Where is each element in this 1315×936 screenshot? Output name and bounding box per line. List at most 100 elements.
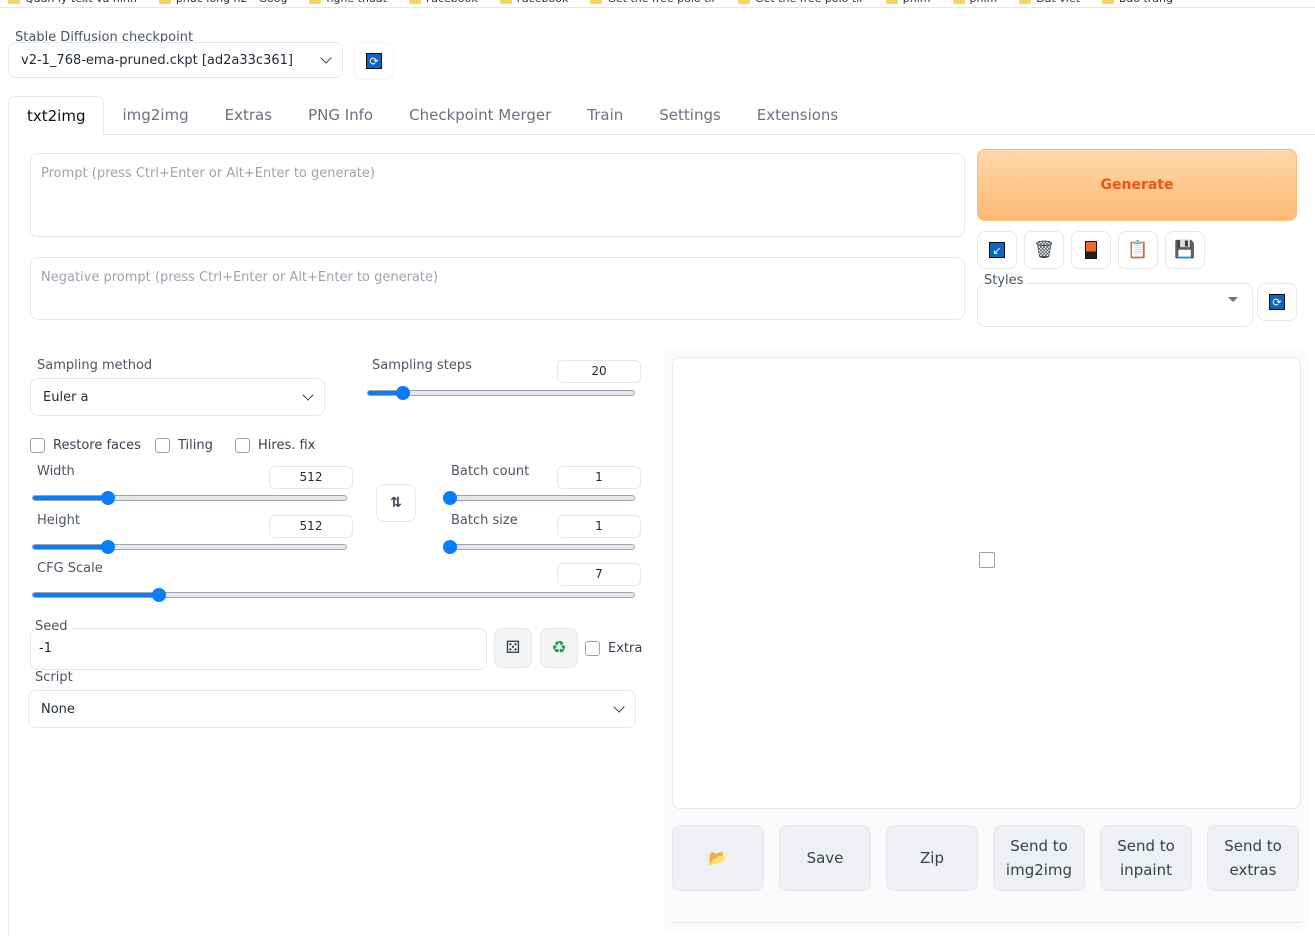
swap-arrows-icon: ⇅ bbox=[390, 495, 402, 511]
slider-handle[interactable] bbox=[101, 540, 116, 554]
refresh-checkpoint-button[interactable]: ⟳ bbox=[354, 42, 394, 80]
batch-size-slider[interactable] bbox=[442, 540, 635, 554]
bookmark-item[interactable]: Quan ly text va hinh bbox=[8, 0, 137, 7]
hires-fix-label: Hires. fix bbox=[258, 438, 316, 453]
tab-txt2img[interactable]: txt2img bbox=[8, 96, 105, 135]
bookmark-icon bbox=[952, 0, 965, 4]
batch-count-input[interactable]: 1 bbox=[557, 466, 641, 489]
send-to-inpaint-button[interactable]: Send to inpaint bbox=[1100, 825, 1192, 891]
clipboard-icon: 📋 bbox=[1127, 240, 1149, 260]
random-seed-button[interactable]: ⚄ bbox=[494, 628, 532, 668]
hires-fix-checkbox[interactable]: Hires. fix bbox=[235, 438, 315, 453]
checkpoint-value: v2-1_768-ema-pruned.ckpt [ad2a33c361] bbox=[21, 52, 293, 68]
extra-seed-checkbox[interactable]: Extra bbox=[585, 641, 642, 656]
tiling-checkbox[interactable]: Tiling bbox=[155, 438, 213, 453]
arrow-icon: ↙ bbox=[989, 242, 1005, 258]
tiling-label: Tiling bbox=[178, 438, 213, 453]
paste-button[interactable]: 📋 bbox=[1118, 231, 1158, 269]
caret-down-icon bbox=[1228, 297, 1238, 307]
batch-size-label: Batch size bbox=[451, 513, 518, 528]
tab-png-info[interactable]: PNG Info bbox=[290, 96, 391, 134]
refresh-styles-button[interactable]: ⟳ bbox=[1257, 283, 1297, 321]
slider-handle[interactable] bbox=[152, 588, 167, 602]
chevron-down-icon bbox=[302, 389, 314, 401]
chevron-down-icon bbox=[613, 701, 625, 713]
bookmark-label: Facebook bbox=[426, 0, 478, 7]
bookmark-icon bbox=[499, 0, 512, 4]
sampling-steps-input[interactable]: 20 bbox=[557, 360, 641, 383]
bookmark-icon bbox=[158, 0, 171, 4]
tab-train[interactable]: Train bbox=[569, 96, 641, 134]
height-slider[interactable] bbox=[32, 540, 347, 554]
send-to-extras-button[interactable]: Send to extras bbox=[1207, 825, 1299, 891]
sampling-method-dropdown[interactable]: Euler a bbox=[30, 378, 325, 416]
bookmark-item[interactable]: nghe thuat bbox=[309, 0, 387, 7]
script-dropdown[interactable]: None bbox=[28, 690, 636, 728]
sampling-method-value: Euler a bbox=[43, 389, 89, 405]
styles-dropdown[interactable] bbox=[977, 283, 1253, 327]
cfg-scale-input[interactable]: 7 bbox=[557, 563, 641, 586]
tab-img2img[interactable]: img2img bbox=[104, 96, 206, 134]
bookmark-item[interactable]: Get the free polo tir bbox=[590, 0, 716, 7]
apply-style-button[interactable]: ↙ bbox=[977, 231, 1017, 269]
bookmark-item[interactable]: Facebook bbox=[408, 0, 478, 7]
bookmark-item[interactable]: Facebook bbox=[499, 0, 568, 7]
bookmark-item[interactable]: Dat viet bbox=[1019, 0, 1080, 7]
width-slider[interactable] bbox=[32, 491, 347, 505]
tab-bar: txt2img img2img Extras PNG Info Checkpoi… bbox=[8, 96, 1315, 135]
refresh-icon: ⟳ bbox=[366, 53, 382, 69]
slider-fill bbox=[33, 496, 109, 500]
tab-checkpoint-merger[interactable]: Checkpoint Merger bbox=[391, 96, 569, 134]
batch-count-slider[interactable] bbox=[442, 491, 635, 505]
batch-size-input[interactable]: 1 bbox=[557, 515, 641, 538]
tab-extensions[interactable]: Extensions bbox=[739, 96, 856, 134]
divider bbox=[672, 922, 1301, 923]
bookmark-item[interactable]: phuc long h2 - Goog bbox=[158, 0, 287, 7]
cfg-scale-slider[interactable] bbox=[32, 588, 635, 602]
trash-icon: 🗑 bbox=[1033, 240, 1055, 260]
image-placeholder-icon bbox=[978, 552, 995, 568]
script-label: Script bbox=[35, 670, 73, 685]
width-label: Width bbox=[37, 464, 75, 479]
bookmark-item[interactable]: phim bbox=[952, 0, 998, 7]
width-input[interactable]: 512 bbox=[269, 466, 353, 489]
slider-fill bbox=[33, 593, 160, 597]
bookmark-label: phim bbox=[970, 0, 998, 7]
slider-handle[interactable] bbox=[101, 491, 116, 505]
swap-dimensions-button[interactable]: ⇅ bbox=[376, 484, 416, 522]
save-button[interactable]: Save bbox=[779, 825, 871, 891]
recycle-icon: ♻ bbox=[551, 638, 567, 658]
bookmark-icon bbox=[408, 0, 421, 4]
floppy-disk-icon: 💾 bbox=[1174, 240, 1196, 260]
send-to-img2img-button[interactable]: Send to img2img bbox=[993, 825, 1085, 891]
tab-settings[interactable]: Settings bbox=[641, 96, 739, 134]
sampling-steps-slider[interactable] bbox=[367, 386, 635, 400]
bookmark-item[interactable]: Get the free polo tir bbox=[738, 0, 864, 7]
zip-button[interactable]: Zip bbox=[886, 825, 978, 891]
clear-prompt-button[interactable]: 🗑 bbox=[1024, 231, 1064, 269]
slider-handle[interactable] bbox=[395, 386, 410, 400]
save-style-button[interactable]: 💾 bbox=[1165, 231, 1205, 269]
height-input[interactable]: 512 bbox=[269, 515, 353, 538]
slider-handle[interactable] bbox=[442, 491, 457, 505]
negative-prompt-input[interactable]: Negative prompt (press Ctrl+Enter or Alt… bbox=[30, 257, 965, 320]
show-extra-networks-button[interactable] bbox=[1071, 231, 1111, 269]
bookmark-icon bbox=[1019, 0, 1032, 4]
tab-extras[interactable]: Extras bbox=[207, 96, 290, 134]
panel-border bbox=[8, 134, 9, 936]
slider-handle[interactable] bbox=[442, 540, 457, 554]
bookmark-item[interactable]: Bao trang bbox=[1101, 0, 1173, 7]
slider-fill bbox=[33, 545, 109, 549]
style-tools: ↙ 🗑 📋 💾 bbox=[977, 231, 1205, 269]
seed-input[interactable]: -1 bbox=[30, 628, 487, 670]
generate-button[interactable]: Generate bbox=[977, 149, 1297, 221]
reuse-seed-button[interactable]: ♻ bbox=[540, 628, 578, 668]
checkpoint-dropdown[interactable]: v2-1_768-ema-pruned.ckpt [ad2a33c361] bbox=[8, 42, 343, 78]
prompt-input[interactable]: Prompt (press Ctrl+Enter or Alt+Enter to… bbox=[30, 153, 965, 237]
bookmark-item[interactable]: phim bbox=[885, 0, 931, 7]
restore-faces-checkbox[interactable]: Restore faces bbox=[30, 438, 141, 453]
bookmark-icon bbox=[8, 0, 20, 4]
open-folder-button[interactable]: 📂 bbox=[672, 825, 764, 891]
sampling-steps-label: Sampling steps bbox=[372, 358, 472, 373]
restore-faces-label: Restore faces bbox=[53, 438, 141, 453]
